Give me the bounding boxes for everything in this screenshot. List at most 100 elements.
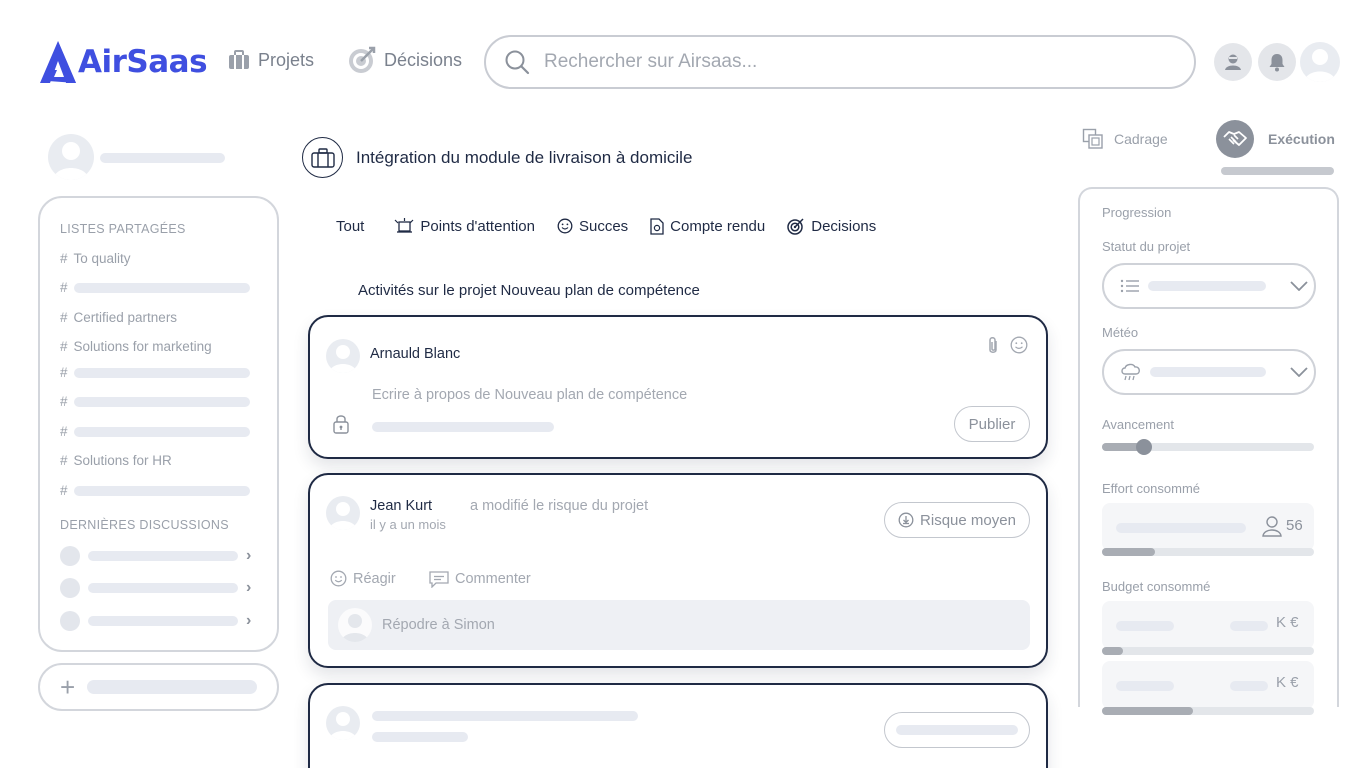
- hash-symbol: #: [60, 424, 68, 439]
- comment-icon: [429, 571, 449, 588]
- badge-placeholder[interactable]: [884, 712, 1030, 748]
- post-composer-card: Arnauld Blanc Ecrire à propos de Nouveau…: [308, 315, 1048, 459]
- activity-card-loading: [308, 683, 1048, 768]
- privacy-lock-button[interactable]: [332, 414, 350, 439]
- list-label-placeholder: [73, 426, 250, 437]
- publish-button[interactable]: Publier: [954, 406, 1030, 442]
- phase-cadrage[interactable]: Cadrage: [1082, 128, 1168, 150]
- list-item[interactable]: #: [60, 424, 250, 439]
- list-item-solutions-hr[interactable]: # Solutions for HR: [60, 453, 172, 468]
- activity-time: il y a un mois: [370, 517, 446, 532]
- discussion-title-placeholder: [88, 583, 238, 593]
- tab-tout[interactable]: Tout: [336, 217, 364, 235]
- phase-cadrage-label: Cadrage: [1114, 131, 1168, 147]
- composer-input[interactable]: Ecrire à propos de Nouveau plan de compé…: [372, 387, 687, 403]
- discussion-item[interactable]: ›: [60, 578, 252, 598]
- effort-fill: [1102, 548, 1155, 556]
- attach-button[interactable]: [986, 336, 1000, 361]
- effort-value: 56: [1286, 517, 1303, 534]
- status-label: Statut du projet: [1102, 239, 1191, 254]
- tab-succes[interactable]: Succes: [557, 217, 628, 235]
- react-button[interactable]: Réagir: [330, 570, 396, 587]
- notifications-button[interactable]: [1258, 43, 1296, 81]
- reply-placeholder: Répodre à Simon: [382, 617, 495, 633]
- tab-compte-rendu[interactable]: Compte rendu: [650, 217, 765, 235]
- meteo-label: Météo: [1102, 325, 1139, 340]
- chevron-down-icon: [1290, 367, 1308, 377]
- risk-badge[interactable]: Risque moyen: [884, 502, 1030, 538]
- discussion-item[interactable]: ›: [60, 611, 252, 631]
- plus-icon: +: [60, 672, 76, 702]
- list-item[interactable]: #: [60, 280, 250, 295]
- hash-symbol: #: [60, 483, 68, 498]
- person-icon: [1262, 516, 1282, 537]
- list-item[interactable]: #: [60, 483, 250, 498]
- budget-unit: K €: [1276, 674, 1299, 691]
- paperclip-icon: [989, 337, 997, 353]
- user-silhouette-icon: [329, 712, 357, 740]
- alert-flag-icon: [394, 218, 414, 233]
- activity-action: a modifié le risque du projet: [470, 498, 649, 514]
- nav-decisions[interactable]: Décisions: [348, 46, 462, 74]
- discussion-avatar: [60, 578, 80, 598]
- user-menu-button[interactable]: [1214, 43, 1252, 81]
- tab-label: Tout: [336, 217, 365, 235]
- airsaas-logo-mark: [40, 41, 76, 83]
- status-select[interactable]: [1102, 263, 1316, 309]
- emoji-button[interactable]: [1010, 336, 1028, 359]
- comment-button[interactable]: Commenter: [428, 570, 531, 588]
- publish-label: Publier: [968, 415, 1016, 433]
- avancement-slider[interactable]: [1102, 439, 1314, 455]
- risk-label: Risque moyen: [920, 511, 1016, 529]
- nav-projets[interactable]: Projets: [228, 46, 314, 74]
- briefcase-outline-icon: [310, 147, 335, 168]
- phase-execution[interactable]: Exécution: [1216, 120, 1335, 158]
- list-label-placeholder: [73, 367, 250, 378]
- hash-symbol: #: [60, 251, 68, 266]
- comment-label: Commenter: [455, 571, 531, 587]
- active-phase-indicator: [1221, 167, 1334, 175]
- tab-label: Decisions: [811, 217, 877, 235]
- budget-bar-2: [1102, 707, 1314, 715]
- add-list-placeholder: [87, 680, 258, 694]
- tab-decisions[interactable]: Decisions: [787, 217, 876, 235]
- hash-symbol: #: [60, 280, 68, 295]
- discussion-title-placeholder: [88, 616, 238, 626]
- discussions-heading: DERNIÈRES DISCUSSIONS: [60, 518, 229, 532]
- frame-icon: [1082, 128, 1103, 149]
- list-label-placeholder: [73, 282, 250, 293]
- airsaas-logo[interactable]: AirSaas: [38, 38, 208, 86]
- activity-section-title: Activités sur le projet Nouveau plan de …: [358, 282, 700, 299]
- list-item-certified-partners[interactable]: # Certified partners: [60, 310, 177, 325]
- logo-text: AirSaas: [78, 44, 208, 80]
- bell-icon: [1269, 54, 1285, 72]
- search-input[interactable]: [544, 51, 1144, 73]
- list-item-solutions-marketing[interactable]: # Solutions for marketing: [60, 339, 212, 354]
- project-icon: [302, 137, 343, 178]
- chevron-down-icon: [1290, 281, 1308, 291]
- add-list-button[interactable]: +: [38, 663, 279, 711]
- search-bar[interactable]: [484, 35, 1196, 89]
- list-label: Solutions for marketing: [73, 339, 212, 354]
- chevron-right-icon: ›: [246, 612, 252, 629]
- meteo-select[interactable]: [1102, 349, 1316, 395]
- list-item[interactable]: #: [60, 365, 250, 380]
- target-icon: [349, 46, 376, 73]
- target-icon: [787, 218, 804, 235]
- list-item-to-quality[interactable]: # To quality: [60, 251, 131, 266]
- profile-avatar[interactable]: [1300, 42, 1340, 82]
- effort-bar: [1102, 548, 1314, 556]
- discussion-item[interactable]: ›: [60, 546, 252, 566]
- download-circle-icon: [898, 512, 914, 528]
- activity-title-placeholder: [372, 711, 638, 721]
- activity-tabs: Tout Points d'attention Succes Compte re…: [336, 217, 898, 235]
- list-item[interactable]: #: [60, 394, 250, 409]
- handshake-icon: [1216, 120, 1254, 158]
- sidebar-user-avatar[interactable]: [48, 134, 94, 180]
- slider-handle[interactable]: [1136, 439, 1152, 455]
- list-label: To quality: [73, 251, 131, 266]
- discussion-avatar: [60, 546, 80, 566]
- reply-input[interactable]: Répodre à Simon: [328, 600, 1030, 650]
- tab-points-attention[interactable]: Points d'attention: [394, 217, 535, 235]
- effort-label: Effort consommé: [1102, 481, 1201, 496]
